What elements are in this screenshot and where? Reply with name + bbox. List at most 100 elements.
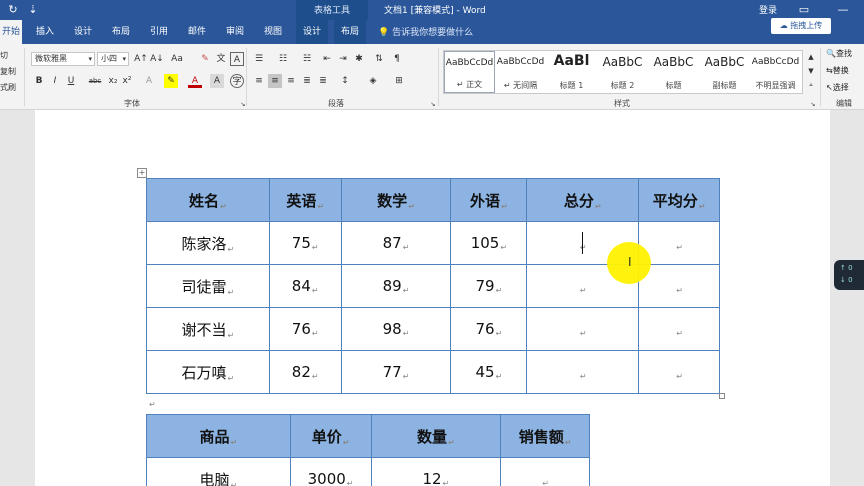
enclose-char-icon[interactable]: 字 xyxy=(230,74,244,88)
header-cell[interactable]: 英语↵ xyxy=(268,178,342,222)
table-cell[interactable]: 谢不当↵ xyxy=(146,307,270,351)
sort-icon[interactable]: ⇅ xyxy=(372,52,386,66)
table-cell[interactable]: 77↵ xyxy=(340,350,452,394)
gallery-scroll-up-icon[interactable]: ▲ xyxy=(804,50,818,64)
header-cell[interactable]: 单价↵ xyxy=(289,414,372,458)
sales-table[interactable]: 商品↵ 单价↵ 数量↵ 销售额↵ 电脑↵ 3000↵ 12↵ ↵ xyxy=(146,414,590,486)
table-cell[interactable]: ↵ xyxy=(500,457,590,486)
style-heading-2[interactable]: AaBbC 标题 2 xyxy=(597,51,648,93)
grow-font-icon[interactable]: A↑ xyxy=(134,52,148,66)
header-cell[interactable]: 数量↵ xyxy=(370,414,502,458)
header-cell[interactable]: 姓名↵ xyxy=(146,178,270,222)
table-cell[interactable]: 76↵ xyxy=(268,307,342,351)
table-cell[interactable]: 98↵ xyxy=(340,307,452,351)
header-cell[interactable]: 商品↵ xyxy=(146,414,291,458)
superscript-button[interactable]: x² xyxy=(120,74,134,88)
floating-speed-panel[interactable]: ↑ 0 ↓ 0 xyxy=(834,260,864,290)
table-cell[interactable]: 45↵ xyxy=(450,350,528,394)
style-subtitle[interactable]: AaBbC 副标题 xyxy=(699,51,750,93)
header-cell[interactable]: 平均分↵ xyxy=(638,178,720,222)
align-left-icon[interactable]: ≡ xyxy=(252,74,266,88)
header-cell[interactable]: 数学↵ xyxy=(340,178,452,222)
align-right-icon[interactable]: ≡ xyxy=(284,74,298,88)
share-button[interactable]: ☁ 拖拽上传 xyxy=(771,18,831,34)
table-cell[interactable]: 司徒雷↵ xyxy=(146,264,270,308)
tab-review[interactable]: 审阅 xyxy=(220,20,250,44)
text-effect-icon[interactable]: A xyxy=(142,74,156,88)
phonetic-guide-icon[interactable]: 文 xyxy=(214,52,228,66)
table-cell[interactable]: 3000↵ xyxy=(289,457,372,486)
header-cell[interactable]: 销售额↵ xyxy=(500,414,590,458)
quick-access-icon[interactable]: ⇣ xyxy=(26,3,40,17)
table-move-handle-icon[interactable]: + xyxy=(137,168,147,178)
login-link[interactable]: 登录 xyxy=(759,3,777,16)
tab-mailings[interactable]: 邮件 xyxy=(182,20,212,44)
average-cell[interactable]: ↵ xyxy=(638,350,720,394)
select-button[interactable]: ↖选择 xyxy=(826,82,849,93)
table-resize-handle[interactable] xyxy=(719,393,725,399)
tab-design[interactable]: 设计 xyxy=(68,20,98,44)
tab-home[interactable]: 开始 xyxy=(0,20,22,44)
char-shading-icon[interactable]: A xyxy=(210,74,224,88)
tell-me-search[interactable]: 💡 告诉我你想要做什么 xyxy=(378,25,473,38)
style-title[interactable]: AaBbC 标题 xyxy=(648,51,699,93)
table-cell[interactable]: 电脑↵ xyxy=(146,457,291,486)
style-no-spacing[interactable]: AaBbCcDd ↵ 无间隔 xyxy=(495,51,546,93)
underline-button[interactable]: U xyxy=(64,74,78,88)
table-cell[interactable]: 82↵ xyxy=(268,350,342,394)
header-cell[interactable]: 总分↵ xyxy=(526,178,640,222)
table-cell[interactable]: 79↵ xyxy=(450,264,528,308)
shading-icon[interactable]: ◈ xyxy=(366,74,380,88)
refresh-icon[interactable]: ↻ xyxy=(6,3,20,17)
chinese-layout-icon[interactable]: ✱ xyxy=(352,52,366,66)
average-cell[interactable]: ↵ xyxy=(638,264,720,308)
format-painter-button[interactable]: 式刷 xyxy=(0,82,16,93)
chevron-down-icon[interactable]: ▾ xyxy=(88,53,92,65)
borders-icon[interactable]: ⊞ xyxy=(392,74,406,88)
change-case-icon[interactable]: Aa xyxy=(170,52,184,66)
tab-insert[interactable]: 插入 xyxy=(30,20,60,44)
table-cell[interactable]: 76↵ xyxy=(450,307,528,351)
italic-button[interactable]: I xyxy=(48,74,62,88)
bullets-icon[interactable]: ☰ xyxy=(252,52,266,66)
style-normal[interactable]: AaBbCcDd ↵ 正文 xyxy=(444,51,495,93)
style-subtle-emphasis[interactable]: AaBbCcDd 不明显强调 xyxy=(750,51,801,93)
table-cell[interactable]: 陈家洛↵ xyxy=(146,221,270,265)
find-button[interactable]: 🔍查找 xyxy=(826,48,852,59)
tab-table-design[interactable]: 设计 xyxy=(296,20,328,44)
tab-view[interactable]: 视图 xyxy=(258,20,288,44)
gallery-scroll-down-icon[interactable]: ▼ xyxy=(804,64,818,78)
decrease-indent-icon[interactable]: ⇤ xyxy=(320,52,334,66)
highlight-color-icon[interactable]: ✎ xyxy=(164,74,178,88)
style-heading-1[interactable]: AaBl 标题 1 xyxy=(546,51,597,93)
table-cell[interactable]: 105↵ xyxy=(450,221,528,265)
font-name-combo[interactable]: 微软雅黑 ▾ xyxy=(31,52,95,66)
copy-button[interactable]: 复制 xyxy=(0,66,16,77)
distributed-icon[interactable]: ≣ xyxy=(316,74,330,88)
total-cell[interactable]: ↵ xyxy=(526,350,640,394)
show-marks-icon[interactable]: ¶ xyxy=(390,52,404,66)
char-border-icon[interactable]: A xyxy=(230,52,244,66)
line-spacing-icon[interactable]: ↕ xyxy=(338,74,352,88)
clear-format-icon[interactable]: ✎ xyxy=(198,52,212,66)
replace-button[interactable]: ⇆替换 xyxy=(826,65,849,76)
table-cell[interactable]: 84↵ xyxy=(268,264,342,308)
table-cell[interactable]: 12↵ xyxy=(370,457,502,486)
table-cell[interactable]: 89↵ xyxy=(340,264,452,308)
table-cell[interactable]: 87↵ xyxy=(340,221,452,265)
chevron-down-icon[interactable]: ▾ xyxy=(122,53,126,65)
minimize-icon[interactable]: — xyxy=(836,3,850,17)
align-center-icon[interactable]: ≡ xyxy=(268,74,282,88)
gallery-more-icon[interactable]: ⩡ xyxy=(804,78,818,92)
average-cell[interactable]: ↵ xyxy=(638,221,720,265)
ribbon-display-icon[interactable]: ▭ xyxy=(797,3,811,17)
shrink-font-icon[interactable]: A↓ xyxy=(150,52,164,66)
header-cell[interactable]: 外语↵ xyxy=(450,178,528,222)
score-table[interactable]: 姓名↵ 英语↵ 数学↵ 外语↵ 总分↵ 平均分↵ 陈家洛↵ 75↵ 87↵ 10… xyxy=(146,178,720,394)
tab-references[interactable]: 引用 xyxy=(144,20,174,44)
numbering-icon[interactable]: ☷ xyxy=(276,52,290,66)
font-size-combo[interactable]: 小四 ▾ xyxy=(97,52,129,66)
strikethrough-button[interactable]: abc xyxy=(86,74,104,88)
bold-button[interactable]: B xyxy=(32,74,46,88)
increase-indent-icon[interactable]: ⇥ xyxy=(336,52,350,66)
